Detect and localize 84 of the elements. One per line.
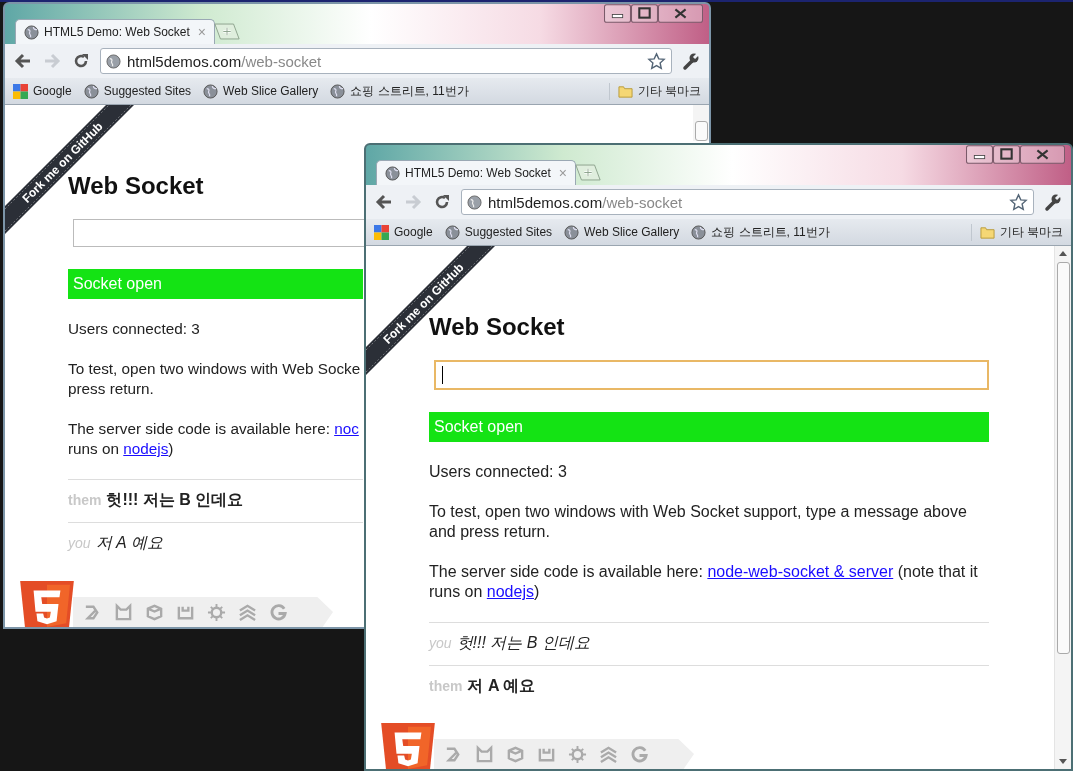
message-text: 헛!!! 저는 B 인데요 — [106, 490, 244, 510]
globe-icon — [691, 224, 707, 240]
paragraph: The server side code is available here: node-web-socket & server (note that it runs on nodejs) — [429, 562, 979, 602]
bookmark-label: 기타 북마크 — [999, 223, 1063, 241]
maximize-button[interactable] — [993, 145, 1020, 164]
users-count: Users connected: 3 — [429, 462, 568, 482]
globe-icon — [203, 83, 219, 99]
frame-icon[interactable] — [475, 744, 494, 764]
message-text: 저 A 예요 — [467, 676, 536, 696]
minimize-button[interactable] — [604, 4, 631, 23]
url-text: html5demos.com/web-socket — [488, 193, 684, 211]
message-text: 헛!!! 저는 B 인데요 — [456, 633, 590, 653]
message-input-field[interactable] — [434, 360, 989, 390]
frame-icon[interactable] — [114, 602, 133, 622]
tab-title: HTML5 Demo: Web Socket — [405, 166, 552, 180]
bookmark-item[interactable]: Google — [374, 224, 433, 240]
minimize-button[interactable] — [966, 145, 993, 164]
status-banner: Socket open — [429, 412, 989, 442]
maximize-button[interactable] — [631, 4, 658, 23]
bookmark-label: 기타 북마크 — [637, 82, 701, 100]
folder-icon — [979, 224, 995, 240]
scrollbar[interactable] — [1054, 246, 1071, 769]
address-bar[interactable]: html5demos.com/web-socket — [100, 48, 672, 74]
cube-icon[interactable] — [145, 602, 164, 622]
globe-icon — [24, 24, 39, 40]
paragraph: To test, open two windows with Web Socket support, type a message above and press return. — [429, 502, 968, 542]
bookmark-label: Google — [33, 84, 72, 98]
status-banner: Socket open — [68, 269, 363, 299]
wrench-icon[interactable] — [681, 51, 701, 71]
layers-icon[interactable] — [238, 602, 257, 622]
forward-arrow-icon[interactable] — [403, 192, 423, 212]
new-tab-button[interactable] — [574, 164, 602, 181]
link[interactable]: node-web-socket & server — [707, 563, 894, 580]
other-bookmarks-button[interactable]: 기타 북마크 — [608, 82, 701, 100]
back-arrow-icon[interactable] — [374, 192, 394, 212]
bookmark-label: Web Slice Gallery — [584, 225, 680, 239]
globe-icon — [467, 194, 482, 210]
address-bar[interactable]: html5demos.com/web-socket — [461, 189, 1034, 215]
paragraph: To test, open two windows with Web Socke press return. — [68, 359, 362, 399]
bookmark-item[interactable]: Web Slice Gallery — [564, 224, 680, 240]
paragraph: The server side code is available here: noc runs on nodejs) — [68, 419, 360, 459]
bookmark-label: Suggested Sites — [103, 84, 192, 98]
url-text: html5demos.com/web-socket — [127, 52, 323, 70]
folder-icon — [617, 83, 633, 99]
cube-icon[interactable] — [506, 744, 525, 764]
scrollbar[interactable] — [693, 105, 709, 141]
link[interactable]: nodejs — [123, 440, 169, 457]
close-button[interactable] — [658, 4, 703, 23]
layers-icon[interactable] — [599, 744, 618, 764]
new-tab-button[interactable] — [213, 23, 241, 40]
close-button[interactable] — [1020, 145, 1065, 164]
google-icon — [374, 224, 389, 240]
gear-icon[interactable] — [568, 744, 587, 764]
globe-icon — [444, 224, 460, 240]
link[interactable]: nodejs — [486, 583, 534, 600]
bookmark-item[interactable]: Google — [13, 83, 72, 99]
bookmark-label: Google — [394, 225, 433, 239]
scroll-down-arrow-icon[interactable] — [1059, 759, 1067, 765]
star-icon[interactable] — [1009, 192, 1028, 212]
tab-title: HTML5 Demo: Web Socket — [44, 25, 191, 39]
scroll-up-arrow-icon[interactable] — [1059, 250, 1067, 256]
bookmark-item[interactable]: Suggested Sites — [444, 224, 553, 240]
star-icon[interactable] — [647, 51, 666, 71]
browser-tab[interactable]: HTML5 Demo: Web Socket × — [15, 19, 215, 44]
globe-icon — [385, 165, 400, 181]
google-icon — [13, 83, 28, 99]
bookmark-item[interactable]: Suggested Sites — [83, 83, 192, 99]
globe-icon — [330, 83, 346, 99]
bookmark-label: Web Slice Gallery — [223, 84, 319, 98]
users-count: Users connected: 3 — [68, 319, 201, 339]
bookmark-item[interactable]: Web Slice Gallery — [203, 83, 319, 99]
other-bookmarks-button[interactable]: 기타 북마크 — [970, 223, 1063, 241]
message-text: 저 A 예요 — [95, 533, 163, 553]
globe-icon — [564, 224, 580, 240]
text-cursor — [442, 366, 443, 384]
bookmark-label: Suggested Sites — [464, 225, 553, 239]
globe-icon — [106, 53, 121, 69]
globe-icon — [83, 83, 99, 99]
back-arrow-icon[interactable] — [13, 51, 33, 71]
wrench-icon[interactable] — [1043, 192, 1063, 212]
browser-tab[interactable]: HTML5 Demo: Web Socket × — [376, 160, 576, 185]
gear-icon[interactable] — [207, 602, 226, 622]
link[interactable]: noc — [334, 420, 359, 437]
forward-arrow-icon[interactable] — [42, 51, 62, 71]
